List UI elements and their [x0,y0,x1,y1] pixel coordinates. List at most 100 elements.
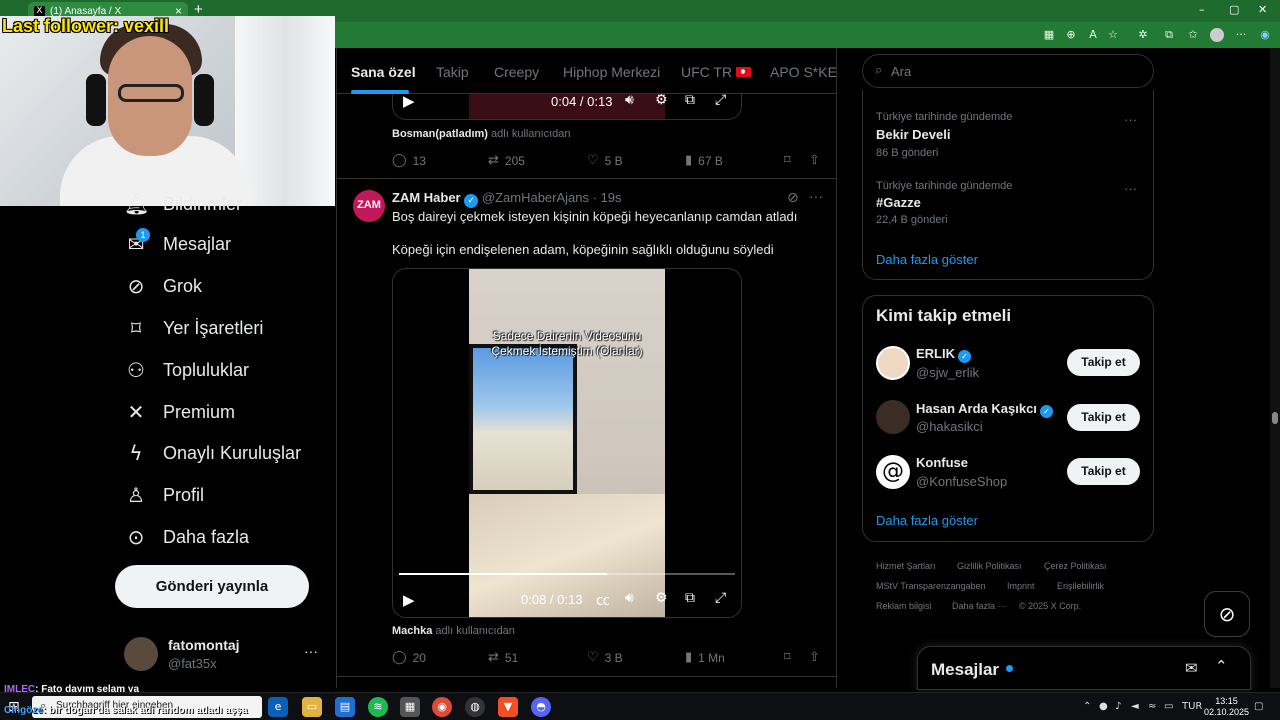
browser-menu-icon[interactable]: ··· [1234,28,1248,42]
trend-more-icon[interactable]: ··· [1124,112,1137,127]
sidebar-item-grok[interactable]: ⊘ Grok [124,272,202,300]
battery-icon[interactable]: ▭ [1164,701,1173,712]
trend-name[interactable]: #Gazze [876,195,921,210]
sidebar-item-profile[interactable]: ♙ Profil [124,481,204,509]
chrome-icon[interactable]: ◉ [432,697,452,717]
trend-more-icon[interactable]: ··· [1124,181,1137,196]
like-button[interactable]: ♡ 5 B [587,153,623,168]
volume-icon[interactable]: 🔊︎ [625,590,634,606]
settings-gear-icon[interactable]: ⚙ [655,92,668,108]
spotify-icon[interactable]: ≋ [368,697,388,717]
follow-button[interactable]: Takip et [1067,349,1140,376]
hasan-arda-avatar[interactable] [876,400,910,434]
footer-link-cookies[interactable]: Çerez Politikası [1044,561,1107,571]
wifi-icon[interactable]: ≈ [1148,701,1156,712]
tray-app-icon[interactable]: ● [1099,701,1108,712]
scrollbar-thumb[interactable] [1272,412,1278,424]
tab-ufc-tr[interactable]: UFC TR [681,64,752,80]
new-message-icon[interactable]: ✉ [1185,659,1198,677]
footer-link-accessibility[interactable]: Erişilebilirlik [1057,581,1104,591]
account-more-button[interactable]: ··· [304,643,318,659]
read-aloud-icon[interactable]: A [1086,28,1100,42]
tab-creepy[interactable]: Creepy [494,64,539,80]
page-scrollbar[interactable] [1270,48,1280,688]
sidebar-item-notifications[interactable]: 🔔︎ Bildirimler [124,190,242,218]
app-icon[interactable]: ▦ [1042,28,1056,42]
konfuse-avatar[interactable]: @ [876,455,910,489]
views-button[interactable]: ▮ 1 Mn [685,650,725,665]
tray-chevron-icon[interactable]: ⌃ [1083,701,1091,712]
profile-avatar-icon[interactable] [1210,28,1224,42]
play-icon[interactable]: ▶ [403,591,415,609]
clock[interactable]: 13:15 02.10.2025 [1204,696,1249,718]
reply-button[interactable]: ◯ 13 [392,153,426,168]
share-button[interactable]: ⇧ [809,153,826,168]
extensions-icon[interactable]: ✲ [1136,28,1150,42]
brave-icon[interactable]: ▼ [498,697,518,717]
post1-source-user[interactable]: Bosman(patladım) [392,128,488,140]
follow-suggestion-name[interactable]: ERLIK ✓ [916,346,971,363]
follow-show-more-link[interactable]: Daha fazla göster [876,513,978,528]
split-icon[interactable]: ⧉ [1162,28,1176,42]
sidebar-item-bookmarks[interactable]: ⌑ Yer İşaretleri [124,314,264,342]
volume-icon[interactable]: 🔊︎ [625,92,634,108]
post-button[interactable]: Gönderi yayınla [115,565,309,608]
captions-icon[interactable]: ㏄ [596,590,610,610]
follow-button[interactable]: Takip et [1067,458,1140,485]
tab-following[interactable]: Takip [436,64,469,80]
footer-link-imprint[interactable]: Imprint [1007,581,1035,591]
post2-author-name[interactable]: ZAM Haber [392,190,461,205]
follow-suggestion-name[interactable]: Konfuse [916,455,968,470]
play-icon[interactable]: ▶ [403,92,415,110]
footer-link-terms[interactable]: Hizmet Şartları [876,561,936,571]
speaker-icon[interactable]: ◄ [1131,701,1139,712]
file-explorer-icon[interactable]: ▭ [302,697,322,717]
sidebar-item-more[interactable]: ⊙ Daha fazla [124,523,249,551]
pip-icon[interactable]: ⧉ [685,92,695,108]
post2-timestamp[interactable]: · 19s [593,190,622,205]
fullscreen-icon[interactable]: ⤢ [715,590,726,606]
sidebar-item-premium[interactable]: ✕ Premium [124,398,235,426]
favorite-star-icon[interactable]: ☆ [1106,28,1120,42]
maximize-button[interactable]: ▢ [1229,3,1239,16]
language-indicator[interactable]: TUR [1182,701,1202,712]
account-avatar[interactable] [124,637,158,671]
like-button[interactable]: ♡ 3 B [587,650,623,665]
views-button[interactable]: ▮ 67 B [685,153,723,168]
settings-gear-icon[interactable]: ⚙ [655,590,668,606]
sidebar-item-verified-orgs[interactable]: ϟ Onaylı Kuruluşlar [124,439,301,467]
messages-drawer[interactable]: Mesajlar ✉ ⌃ [917,646,1251,690]
account-name[interactable]: fatomontaj [168,637,240,653]
pip-icon[interactable]: ⧉ [685,590,695,606]
tab-apo-sken[interactable]: APO S*KEN [770,64,836,80]
zoom-icon[interactable]: ⊕ [1064,28,1078,42]
collections-icon[interactable]: ✩ [1186,28,1200,42]
copilot-icon[interactable]: ◉ [1258,28,1272,42]
sidebar-item-communities[interactable]: ⚇ Topluluklar [124,356,249,384]
post2-author-handle[interactable]: @ZamHaberAjans [482,190,589,205]
trend-name[interactable]: Bekir Develi [876,127,950,142]
bookmark-button[interactable]: ⌑ [784,153,797,168]
close-window-button[interactable]: ✕ [1258,3,1267,16]
video-progress-bar[interactable] [399,573,735,575]
repost-button[interactable]: ⇄ 205 [488,153,525,168]
microphone-icon[interactable]: ♪ [1115,701,1121,712]
tab-for-you[interactable]: Sana özel [351,64,416,80]
zam-haber-avatar[interactable]: ZAM [353,190,385,222]
post2-source-user[interactable]: Machka [392,625,432,637]
share-button[interactable]: ⇧ [809,650,826,665]
footer-link-ads-info[interactable]: Reklam bilgisi [876,601,932,611]
bookmark-button[interactable]: ⌑ [784,650,797,665]
notifications-icon[interactable]: ▢ [1254,701,1263,712]
tab-hiphop-merkezi[interactable]: Hiphop Merkezi [563,64,660,80]
footer-link-mstv[interactable]: MStV Transparenzangaben [876,581,986,591]
edge-browser-icon[interactable]: e [268,697,288,717]
obs-icon[interactable]: ◍ [465,697,485,717]
post2-video[interactable]: Sadece Dairenin Videosunu Çekmek İstemiş… [392,268,742,618]
reply-button[interactable]: ◯ 20 [392,650,426,665]
erlik-avatar[interactable] [876,346,910,380]
expand-chevron-icon[interactable]: ⌃ [1215,657,1228,675]
fullscreen-icon[interactable]: ⤢ [715,92,726,108]
follow-suggestion-name[interactable]: Hasan Arda Kaşıkcı ✓ [916,401,1053,418]
discord-icon[interactable]: ◓ [531,697,551,717]
